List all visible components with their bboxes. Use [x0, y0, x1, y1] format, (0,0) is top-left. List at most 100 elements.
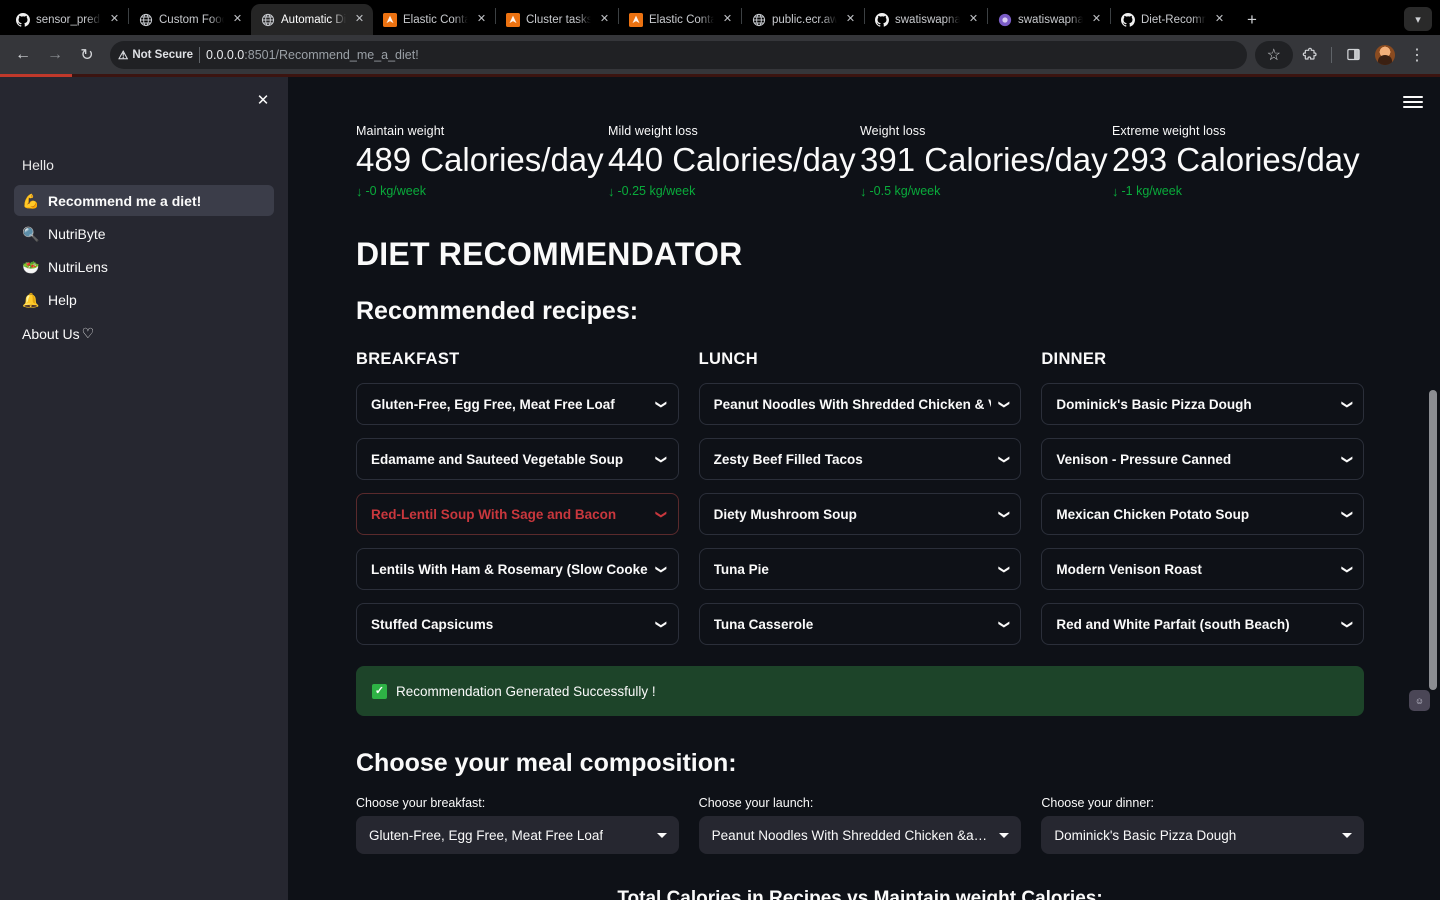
tab-search-icon[interactable]: ▾ [1404, 7, 1432, 31]
browser-tab[interactable]: Cluster tasks | ✕ [496, 4, 618, 35]
sidebar-item-help[interactable]: 🔔 Help [14, 284, 274, 315]
meal-select[interactable]: Peanut Noodles With Shredded Chicken &am… [698, 816, 1022, 855]
recipe-column-heading: LUNCH [698, 350, 758, 369]
meal-select-label: Choose your launch: [698, 796, 814, 811]
not-secure-label: Not Secure [132, 48, 194, 61]
chevron-down-icon[interactable]: ❯ [998, 620, 1010, 629]
recipe-expander[interactable]: Modern Venison Roast ❯ [1041, 548, 1365, 591]
browser-tab[interactable]: Elastic Contain ✕ [619, 4, 741, 35]
sidebar-item-nutribyte[interactable]: 🔍 NutriByte [14, 218, 274, 249]
recipe-name: Tuna Casserole [713, 616, 814, 632]
arrow-down-icon: ↓ [608, 183, 615, 199]
chevron-down-icon[interactable] [999, 832, 1010, 838]
metric-card: Weight loss 391 Calories/day ↓ -0.5 kg/week [860, 124, 1112, 198]
tab-close-icon[interactable]: ✕ [352, 12, 367, 27]
recipe-expander[interactable]: Diety Mushroom Soup ❯ [698, 493, 1022, 536]
reload-button[interactable]: ↻ [72, 40, 102, 70]
face-icon[interactable]: ☺ [1409, 690, 1430, 711]
tab-close-icon[interactable]: ✕ [474, 12, 489, 27]
chevron-down-icon[interactable]: ❯ [998, 455, 1010, 464]
sidebar-close-button[interactable]: ✕ [250, 87, 276, 113]
chevron-down-icon[interactable]: ❯ [998, 565, 1010, 574]
chevron-down-icon[interactable]: ❯ [656, 455, 668, 464]
page-scrollbar[interactable] [1429, 390, 1437, 690]
chevron-down-icon[interactable]: ❯ [1341, 510, 1353, 519]
meal-select[interactable]: Dominick's Basic Pizza Dough [1041, 816, 1365, 855]
forward-button[interactable]: → [40, 40, 70, 70]
recipe-expander[interactable]: Tuna Casserole ❯ [698, 603, 1022, 646]
tab-close-icon[interactable]: ✕ [966, 12, 981, 27]
metric-card: Mild weight loss 440 Calories/day ↓ -0.25 k… [608, 124, 860, 198]
recipe-name: Red and White Parfait (south Beach) [1056, 616, 1290, 632]
recipe-expander[interactable]: Tuna Pie ❯ [698, 548, 1022, 591]
meal-select-value: Gluten-Free, Egg Free, Meat Free Loaf [369, 827, 604, 843]
side-panel-icon[interactable] [1338, 40, 1368, 70]
browser-tab[interactable]: sensor_pred-/ ✕ [6, 4, 128, 35]
browser-tab[interactable]: swatiswapna/N ✕ [865, 4, 987, 35]
chevron-down-icon[interactable]: ❯ [998, 400, 1010, 409]
recipe-expander[interactable]: Stuffed Capsicums ❯ [356, 603, 679, 646]
browser-tab[interactable]: swatiswapna2(✕ [988, 4, 1110, 35]
chevron-down-icon[interactable]: ❯ [1341, 565, 1353, 574]
chevron-down-icon[interactable]: ❯ [1341, 455, 1353, 464]
recipe-name: Diety Mushroom Soup [713, 506, 857, 522]
chevron-down-icon[interactable] [656, 832, 667, 838]
chevron-down-icon[interactable]: ❯ [1341, 400, 1353, 409]
recipe-expander[interactable]: Gluten-Free, Egg Free, Meat Free Loaf ❯ [356, 383, 679, 426]
chevron-down-icon[interactable] [1342, 832, 1353, 838]
recipe-name: Peanut Noodles With Shredded Chicken & V… [713, 396, 991, 412]
recipe-expander[interactable]: Zesty Beef Filled Tacos ❯ [698, 438, 1022, 481]
chevron-down-icon[interactable]: ❯ [998, 510, 1010, 519]
metric-label: Extreme weight loss [1112, 124, 1226, 138]
app-sidebar: ✕ Hello 💪 Recommend me a diet! 🔍 NutriByte 🥗… [0, 77, 288, 900]
recipe-column-dinner: DINNER Dominick's Basic Pizza Dough ❯ Venis… [1041, 350, 1365, 658]
recipe-expander[interactable]: Venison - Pressure Canned ❯ [1041, 438, 1365, 481]
new-tab-button[interactable]: + [1239, 6, 1265, 32]
meal-select[interactable]: Gluten-Free, Egg Free, Meat Free Loaf [356, 816, 679, 855]
browser-menu-button[interactable]: ⋮ [1402, 40, 1432, 70]
metric-delta-text: -0.5 kg/week [869, 184, 941, 199]
browser-tab[interactable]: Diet-Recomme ✕ [1111, 4, 1233, 35]
recipe-expander[interactable]: Red-Lentil Soup With Sage and Bacon ❯ [356, 493, 679, 536]
address-bar[interactable]: ⚠ Not Secure 0.0.0.0:8501/Recommend_me_a… [110, 40, 1247, 69]
recipe-expander[interactable]: Red and White Parfait (south Beach) ❯ [1041, 603, 1365, 646]
sidebar-item-label: Recommend me a diet! [48, 192, 202, 209]
success-alert: ✓ Recommendation Generated Successfully … [356, 666, 1364, 717]
not-secure-badge[interactable]: ⚠ Not Secure [118, 48, 193, 62]
chevron-down-icon[interactable]: ❯ [656, 400, 668, 409]
metric-delta: ↓ -1 kg/week [1112, 184, 1364, 198]
browser-tab-active[interactable]: Automatic Diet ✕ [251, 4, 373, 35]
tab-close-icon[interactable]: ✕ [230, 12, 245, 27]
recipe-expander[interactable]: Mexican Chicken Potato Soup ❯ [1041, 493, 1365, 536]
recipe-column-breakfast: BREAKFAST Gluten-Free, Egg Free, Meat Fre… [356, 350, 679, 658]
tab-close-icon[interactable]: ✕ [843, 12, 858, 27]
metric-delta: ↓ -0.25 kg/week [608, 184, 860, 198]
recipe-expander[interactable]: Lentils With Ham & Rosemary (Slow Cooker… [356, 548, 679, 591]
main-menu-icon[interactable] [1400, 89, 1426, 115]
metric-delta: ↓ -0.5 kg/week [860, 184, 1112, 198]
browser-tab[interactable]: Elastic Contain ✕ [373, 4, 495, 35]
chevron-down-icon[interactable]: ❯ [656, 565, 668, 574]
back-button[interactable]: ← [8, 40, 38, 70]
sidebar-item-recommend-me-a-diet[interactable]: 💪 Recommend me a diet! [14, 185, 274, 216]
tab-close-icon[interactable]: ✕ [1089, 12, 1104, 27]
chevron-down-icon[interactable]: ❯ [1341, 620, 1353, 629]
extensions-puzzle-icon[interactable] [1295, 40, 1325, 70]
tab-close-icon[interactable]: ✕ [597, 12, 612, 27]
profile-avatar[interactable] [1370, 40, 1400, 70]
tab-close-icon[interactable]: ✕ [1212, 12, 1227, 27]
browser-tab[interactable]: public.ecr.aws ✕ [742, 4, 864, 35]
chevron-down-icon[interactable]: ❯ [656, 620, 668, 629]
tab-close-icon[interactable]: ✕ [720, 12, 735, 27]
recipe-expander[interactable]: Peanut Noodles With Shredded Chicken & V… [698, 383, 1022, 426]
sidebar-item-about-us[interactable]: About Us ♡ [14, 325, 274, 342]
recipe-expander[interactable]: Edamame and Sauteed Vegetable Soup ❯ [356, 438, 679, 481]
meal-select-group: Choose your launch: Peanut Noodles With S… [698, 796, 1022, 855]
github-icon [875, 12, 889, 27]
tab-close-icon[interactable]: ✕ [107, 12, 122, 27]
sidebar-item-nutrilens[interactable]: 🥗 NutriLens [14, 251, 274, 282]
browser-tab[interactable]: Custom Food F ✕ [129, 4, 251, 35]
bookmark-star-icon[interactable]: ☆ [1254, 40, 1293, 69]
chevron-down-icon[interactable]: ❯ [656, 510, 668, 519]
recipe-expander[interactable]: Dominick's Basic Pizza Dough ❯ [1041, 383, 1365, 426]
